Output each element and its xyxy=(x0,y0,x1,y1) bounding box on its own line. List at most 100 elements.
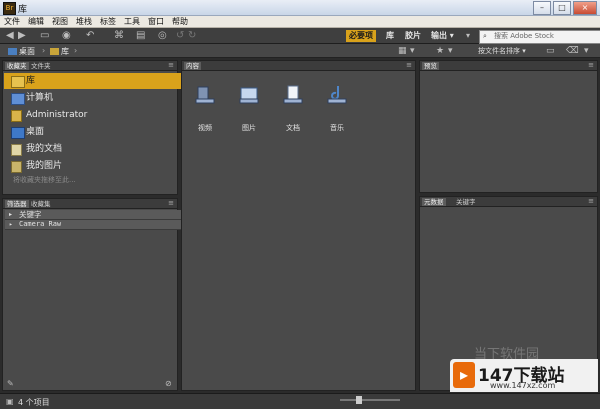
content-item-documents[interactable]: 文档 xyxy=(273,84,313,133)
favorite-pictures[interactable]: 我的图片 xyxy=(4,158,200,174)
panel-menu-icon[interactable]: ≡ xyxy=(168,199,174,207)
preview-panel: 预览 ≡ xyxy=(419,60,598,193)
rating-filter-icon[interactable]: ★ xyxy=(436,46,444,56)
panel-menu-icon[interactable]: ≡ xyxy=(406,61,412,69)
computer-icon xyxy=(11,93,25,105)
pictures-icon xyxy=(11,161,22,173)
favorite-administrator[interactable]: Administrator xyxy=(4,107,200,123)
content-item-music[interactable]: 音乐 xyxy=(317,84,357,133)
new-folder-icon[interactable]: ▭ xyxy=(546,46,555,56)
clear-filter-icon[interactable]: ⊘ xyxy=(165,379,172,389)
item-count: 4 个项目 xyxy=(18,398,50,407)
menu-help[interactable]: 帮助 xyxy=(172,16,188,27)
pin-icon[interactable]: ✎ xyxy=(7,379,14,389)
status-bar: ▣ 4 个项目 xyxy=(0,393,600,409)
panel-menu-icon[interactable]: ≡ xyxy=(168,61,174,69)
camera-raw-icon[interactable]: ◎ xyxy=(158,31,167,41)
sort-dropdown[interactable]: 按文件名排序 ▾ xyxy=(478,46,526,56)
workspace-filmstrip[interactable]: 胶片 xyxy=(402,30,424,42)
panel-options-icon[interactable]: ▾ xyxy=(584,46,589,56)
menu-edit[interactable]: 编辑 xyxy=(28,16,44,27)
panel-menu-icon[interactable]: ≡ xyxy=(588,61,594,69)
search-input[interactable]: ⌕ 搜索 Adobe Stock xyxy=(479,30,600,44)
favorites-hint: 将收藏夹拖移至此... xyxy=(13,176,76,184)
thumbnail-quality-icon[interactable]: ▦ xyxy=(398,46,407,56)
metadata-panel: 元数据 关键字 ≡ ▸ 147下载站 www.147xz.com 当下软件园 xyxy=(419,196,598,392)
menu-tools[interactable]: 工具 xyxy=(124,16,140,27)
tab-preview[interactable]: 预览 xyxy=(422,62,439,70)
folder-icon xyxy=(11,76,25,88)
watermark-logo: ▸ 147下载站 www.147xz.com xyxy=(450,359,598,392)
rotate-left-icon[interactable]: ↺ xyxy=(176,31,184,41)
workspace-menu-icon[interactable]: ▾ xyxy=(466,31,470,41)
watermark-arrow-icon: ▸ xyxy=(453,362,475,388)
rotate-right-icon[interactable]: ↻ xyxy=(188,31,196,41)
content-item-video[interactable]: 视频 xyxy=(185,84,225,133)
status-folder-icon: ▣ xyxy=(6,397,14,406)
delete-icon[interactable]: ⌫ xyxy=(566,46,579,56)
workspace-output[interactable]: 输出 ▾ xyxy=(428,30,457,42)
boomerang-icon[interactable]: ↶ xyxy=(86,31,94,41)
menu-bar: 文件 编辑 视图 堆栈 标签 工具 窗口 帮助 xyxy=(0,16,600,28)
view-options-icon[interactable]: ▾ xyxy=(410,46,415,56)
pictures-library-icon xyxy=(239,87,259,104)
rating-filter-dropdown-icon[interactable]: ▾ xyxy=(448,46,453,56)
metadata-tabs: 元数据 关键字 ≡ xyxy=(420,197,597,207)
watermark-site: www.147xz.com xyxy=(490,381,556,390)
panel-menu-icon[interactable]: ≡ xyxy=(588,197,594,205)
workspace-essentials[interactable]: 必要项 xyxy=(346,30,376,42)
maximize-button[interactable]: □ xyxy=(553,1,571,15)
desktop-icon xyxy=(11,127,25,139)
workspace-library[interactable]: 库 xyxy=(383,30,397,42)
favorite-desktop[interactable]: 桌面 xyxy=(4,124,200,140)
tab-metadata[interactable]: 元数据 xyxy=(422,198,446,206)
recent-folder-icon[interactable]: ▭ xyxy=(40,31,49,41)
favorites-panel: 收藏夹 文件夹 ≡ 库 计算机 Administrator 桌面 我的文档 我的… xyxy=(2,60,200,195)
tab-keywords[interactable]: 关键字 xyxy=(454,198,478,206)
breadcrumb-library[interactable]: 库 xyxy=(50,46,69,57)
camera-download-icon[interactable]: ⌘ xyxy=(114,31,124,41)
back-arrow-icon[interactable]: ◀ xyxy=(6,31,14,41)
breadcrumb-separator: › xyxy=(42,46,46,55)
app-icon: Br xyxy=(3,2,16,15)
minimize-button[interactable]: – xyxy=(533,1,551,15)
tab-favorites[interactable]: 收藏夹 xyxy=(5,62,29,70)
menu-view[interactable]: 视图 xyxy=(52,16,68,27)
user-folder-icon xyxy=(11,110,22,122)
library-folder-icon xyxy=(50,48,59,55)
favorite-library[interactable]: 库 xyxy=(4,73,200,89)
video-library-icon xyxy=(195,86,215,104)
preview-tabs: 预览 ≡ xyxy=(420,61,597,71)
tab-folders[interactable]: 文件夹 xyxy=(29,62,53,70)
menu-label[interactable]: 标签 xyxy=(100,16,116,27)
content-tabs: 内容 ≡ xyxy=(182,61,415,71)
window-title: 库 xyxy=(18,5,28,15)
refine-icon[interactable]: ▤ xyxy=(136,31,145,41)
tab-filter[interactable]: 筛选器 xyxy=(5,200,29,208)
search-placeholder: 搜索 Adobe Stock xyxy=(494,32,554,40)
content-item-pictures[interactable]: 图片 xyxy=(229,84,269,133)
favorite-documents[interactable]: 我的文档 xyxy=(4,141,200,157)
window-controls: – □ × xyxy=(533,1,597,15)
expand-arrow-icon: ▸ xyxy=(9,211,13,218)
reveal-recent-icon[interactable]: ◉ xyxy=(62,31,71,41)
thumbnail-size-slider[interactable] xyxy=(340,399,400,401)
documents-icon xyxy=(11,144,22,156)
tab-content[interactable]: 内容 xyxy=(184,62,201,70)
menu-stack[interactable]: 堆栈 xyxy=(76,16,92,27)
tab-collections[interactable]: 收藏集 xyxy=(29,200,53,208)
filter-keywords[interactable]: ▸ 关键字 xyxy=(5,210,192,220)
favorite-computer[interactable]: 计算机 xyxy=(4,90,200,106)
breadcrumb-next-arrow[interactable]: › xyxy=(74,46,77,55)
breadcrumb-desktop[interactable]: 桌面 xyxy=(8,46,35,57)
menu-window[interactable]: 窗口 xyxy=(148,16,164,27)
menu-file[interactable]: 文件 xyxy=(4,16,20,27)
content-panel: 内容 ≡ 视频 图片 文档 音乐 xyxy=(181,60,416,391)
slider-handle[interactable] xyxy=(356,396,362,404)
forward-arrow-icon[interactable]: ▶ xyxy=(18,31,26,41)
search-icon: ⌕ xyxy=(483,32,487,40)
filter-camera-raw[interactable]: ▸ Camera Raw xyxy=(5,220,192,230)
close-button[interactable]: × xyxy=(573,1,597,15)
filter-tabs: 筛选器 收藏集 ≡ xyxy=(3,199,177,209)
expand-arrow-icon: ▸ xyxy=(9,221,13,228)
